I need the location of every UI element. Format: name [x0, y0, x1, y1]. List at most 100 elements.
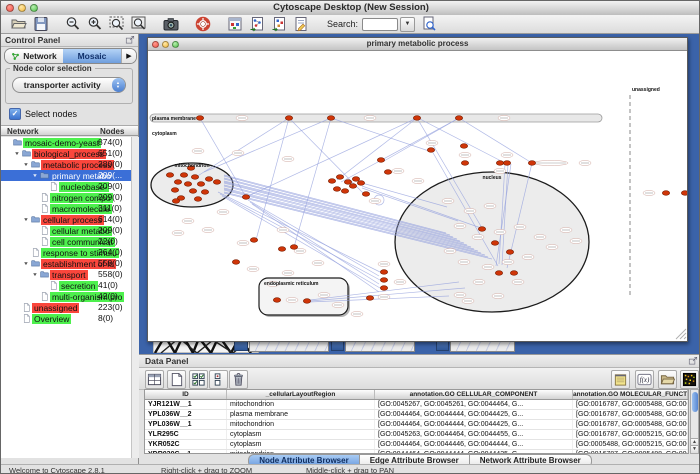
network-node[interactable] — [349, 184, 356, 189]
table-cell[interactable]: YPL036W__1 — [145, 420, 227, 429]
table-cell[interactable]: [GO:0044464, GO:0044444, GO:0044425, G..… — [375, 410, 573, 419]
attribute-notes-icon[interactable] — [611, 370, 630, 389]
tab-mosaic[interactable]: Mosaic — [63, 49, 121, 63]
tree-item-macromolecule[interactable]: macromolecule311(0) — [1, 203, 138, 214]
table-cell[interactable]: plasma membrane — [227, 410, 375, 419]
select-all-attributes-icon[interactable] — [145, 370, 164, 389]
network-node[interactable] — [232, 260, 239, 265]
network-canvas[interactable]: plasma membranecytoplasmmitochondrionnuc… — [148, 51, 687, 340]
more-tabs-button[interactable]: ▶ — [121, 49, 136, 63]
expand-triangle-icon[interactable]: ▼ — [22, 217, 30, 222]
network-node[interactable] — [380, 286, 387, 291]
import-attribute-file-icon[interactable] — [658, 370, 677, 389]
float-panel-icon[interactable] — [125, 35, 135, 45]
import-attributes-icon[interactable] — [271, 16, 287, 32]
network-node[interactable] — [194, 197, 201, 202]
snapshot-icon[interactable] — [163, 16, 179, 32]
table-cell[interactable]: [GO:0005488, GO:0005215, GO:0003674] — [573, 440, 688, 449]
network-node[interactable] — [303, 299, 310, 304]
network-node[interactable] — [273, 298, 280, 303]
search-input[interactable] — [362, 18, 398, 31]
tree-item-response-to-stimulu[interactable]: response to stimulu264(0) — [1, 247, 138, 258]
tree-item-establishment-of-lo[interactable]: ▼establishment of lo558(0) — [1, 258, 138, 269]
scroll-down-button[interactable]: ▼ — [691, 445, 698, 453]
table-cell[interactable]: [GO:0016787, GO:0005488, GO:0005215, G..… — [573, 400, 688, 409]
expand-triangle-icon[interactable]: ▼ — [22, 162, 30, 167]
table-row[interactable]: YLR295Ccytoplasm[GO:0045263, GO:0044464,… — [145, 430, 688, 440]
network-node[interactable] — [191, 175, 198, 180]
new-attribute-icon[interactable] — [167, 370, 186, 389]
network-node[interactable] — [510, 271, 517, 276]
node-color-dropdown[interactable]: transporter activity ▲▼ — [12, 77, 126, 93]
tree-item-metabolic-process[interactable]: ▼metabolic process280(0) — [1, 159, 138, 170]
network-node[interactable] — [352, 177, 359, 182]
network-window-title-bar[interactable]: primary metabolic process — [148, 38, 687, 51]
float-panel-icon[interactable] — [688, 356, 698, 366]
network-node[interactable] — [341, 189, 348, 194]
tree-item-overview[interactable]: Overview8(0) — [1, 313, 138, 324]
network-node[interactable] — [496, 161, 503, 166]
network-node[interactable] — [377, 158, 384, 163]
network-node[interactable] — [366, 296, 373, 301]
tree-item-primary-metabo[interactable]: ▼primary metabo209(... — [1, 170, 138, 181]
table-cell[interactable]: YLR295C — [145, 430, 227, 439]
table-row[interactable]: YPL036W__2plasma membrane[GO:0044464, GO… — [145, 410, 688, 420]
tree-item-nucleobase-[interactable]: nucleobase-209(0) — [1, 181, 138, 192]
table-scrollbar[interactable]: ▲ ▼ — [690, 389, 699, 454]
tab-network[interactable]: Network — [5, 49, 63, 63]
network-node[interactable] — [189, 189, 196, 194]
network-node[interactable] — [495, 271, 502, 276]
network-node[interactable] — [290, 245, 297, 250]
network-node[interactable] — [491, 241, 498, 246]
tree-item-nitrogen-compo[interactable]: nitrogen compo209(0) — [1, 192, 138, 203]
network-node[interactable] — [662, 191, 669, 196]
zoom-selected-icon[interactable] — [109, 16, 125, 32]
network-node[interactable] — [455, 116, 462, 121]
table-cell[interactable]: mitochondrion — [227, 420, 375, 429]
table-row[interactable]: YPL036W__1mitochondrion[GO:0044464, GO:0… — [145, 420, 688, 430]
network-node[interactable] — [171, 188, 178, 193]
network-node[interactable] — [380, 270, 387, 275]
table-cell[interactable]: YJR121W__1 — [145, 400, 227, 409]
network-node[interactable] — [384, 170, 391, 175]
import-network-icon[interactable] — [249, 16, 265, 32]
tree-item-biological-process[interactable]: ▼biological_process651(0) — [1, 148, 138, 159]
network-node[interactable] — [213, 180, 220, 185]
expand-triangle-icon[interactable]: ▼ — [13, 151, 21, 156]
table-cell[interactable]: [GO:0016787, GO:0005488, GO:0005215, G..… — [573, 420, 688, 429]
table-row[interactable]: YJR121W__1mitochondrion[GO:0045267, GO:0… — [145, 400, 688, 410]
attribute-matrix-icon[interactable] — [680, 370, 699, 389]
expand-triangle-icon[interactable]: ▼ — [31, 173, 39, 178]
table-cell[interactable]: mitochondrion — [227, 400, 375, 409]
network-node[interactable] — [503, 161, 510, 166]
network-node[interactable] — [333, 187, 340, 192]
expand-triangle-icon[interactable]: ▼ — [22, 261, 30, 266]
open-icon[interactable] — [11, 16, 27, 32]
table-cell[interactable]: [GO:0045267, GO:0045261, GO:0044464, G..… — [375, 400, 573, 409]
save-icon[interactable] — [33, 16, 49, 32]
network-node[interactable] — [180, 173, 187, 178]
network-node[interactable] — [478, 227, 485, 232]
table-cell[interactable]: [GO:0016787, GO:0005488, GO:0005215, G..… — [573, 410, 688, 419]
tree-item-mosaic-demo-yeast[interactable]: mosaic-demo-yeast874(0) — [1, 137, 138, 148]
table-cell[interactable]: cytoplasm — [227, 440, 375, 449]
column-header[interactable]: annotation.GO MOLECULAR_FUNCTION — [573, 390, 688, 399]
function-builder-icon[interactable]: f(x) — [635, 370, 654, 389]
attribute-table-header[interactable]: ID_cellularLayoutRegionannotation.GO CEL… — [145, 390, 688, 400]
table-cell[interactable]: YKR052C — [145, 440, 227, 449]
table-cell[interactable]: [GO:0044464, GO:0044446, GO:0044444, G..… — [375, 440, 573, 449]
network-node[interactable] — [460, 144, 467, 149]
select-attributes-icon[interactable] — [189, 370, 208, 389]
tree-item-cellular-metabo[interactable]: cellular metabo209(0) — [1, 225, 138, 236]
tree-item-transport[interactable]: ▼transport558(0) — [1, 269, 138, 280]
network-node[interactable] — [327, 116, 334, 121]
tree-item-multi-organism-pro[interactable]: multi-organism pro42(0) — [1, 291, 138, 302]
vizmapper-icon[interactable] — [227, 16, 243, 32]
expand-triangle-icon[interactable]: ▼ — [31, 272, 39, 277]
table-cell[interactable]: [GO:0044464, GO:0044444, GO:0044425, G..… — [375, 420, 573, 429]
network-node[interactable] — [362, 192, 369, 197]
network-node[interactable] — [242, 195, 249, 200]
tree-item-secretion[interactable]: secretion41(0) — [1, 280, 138, 291]
delete-attribute-icon[interactable] — [229, 370, 248, 389]
network-node[interactable] — [427, 148, 434, 153]
